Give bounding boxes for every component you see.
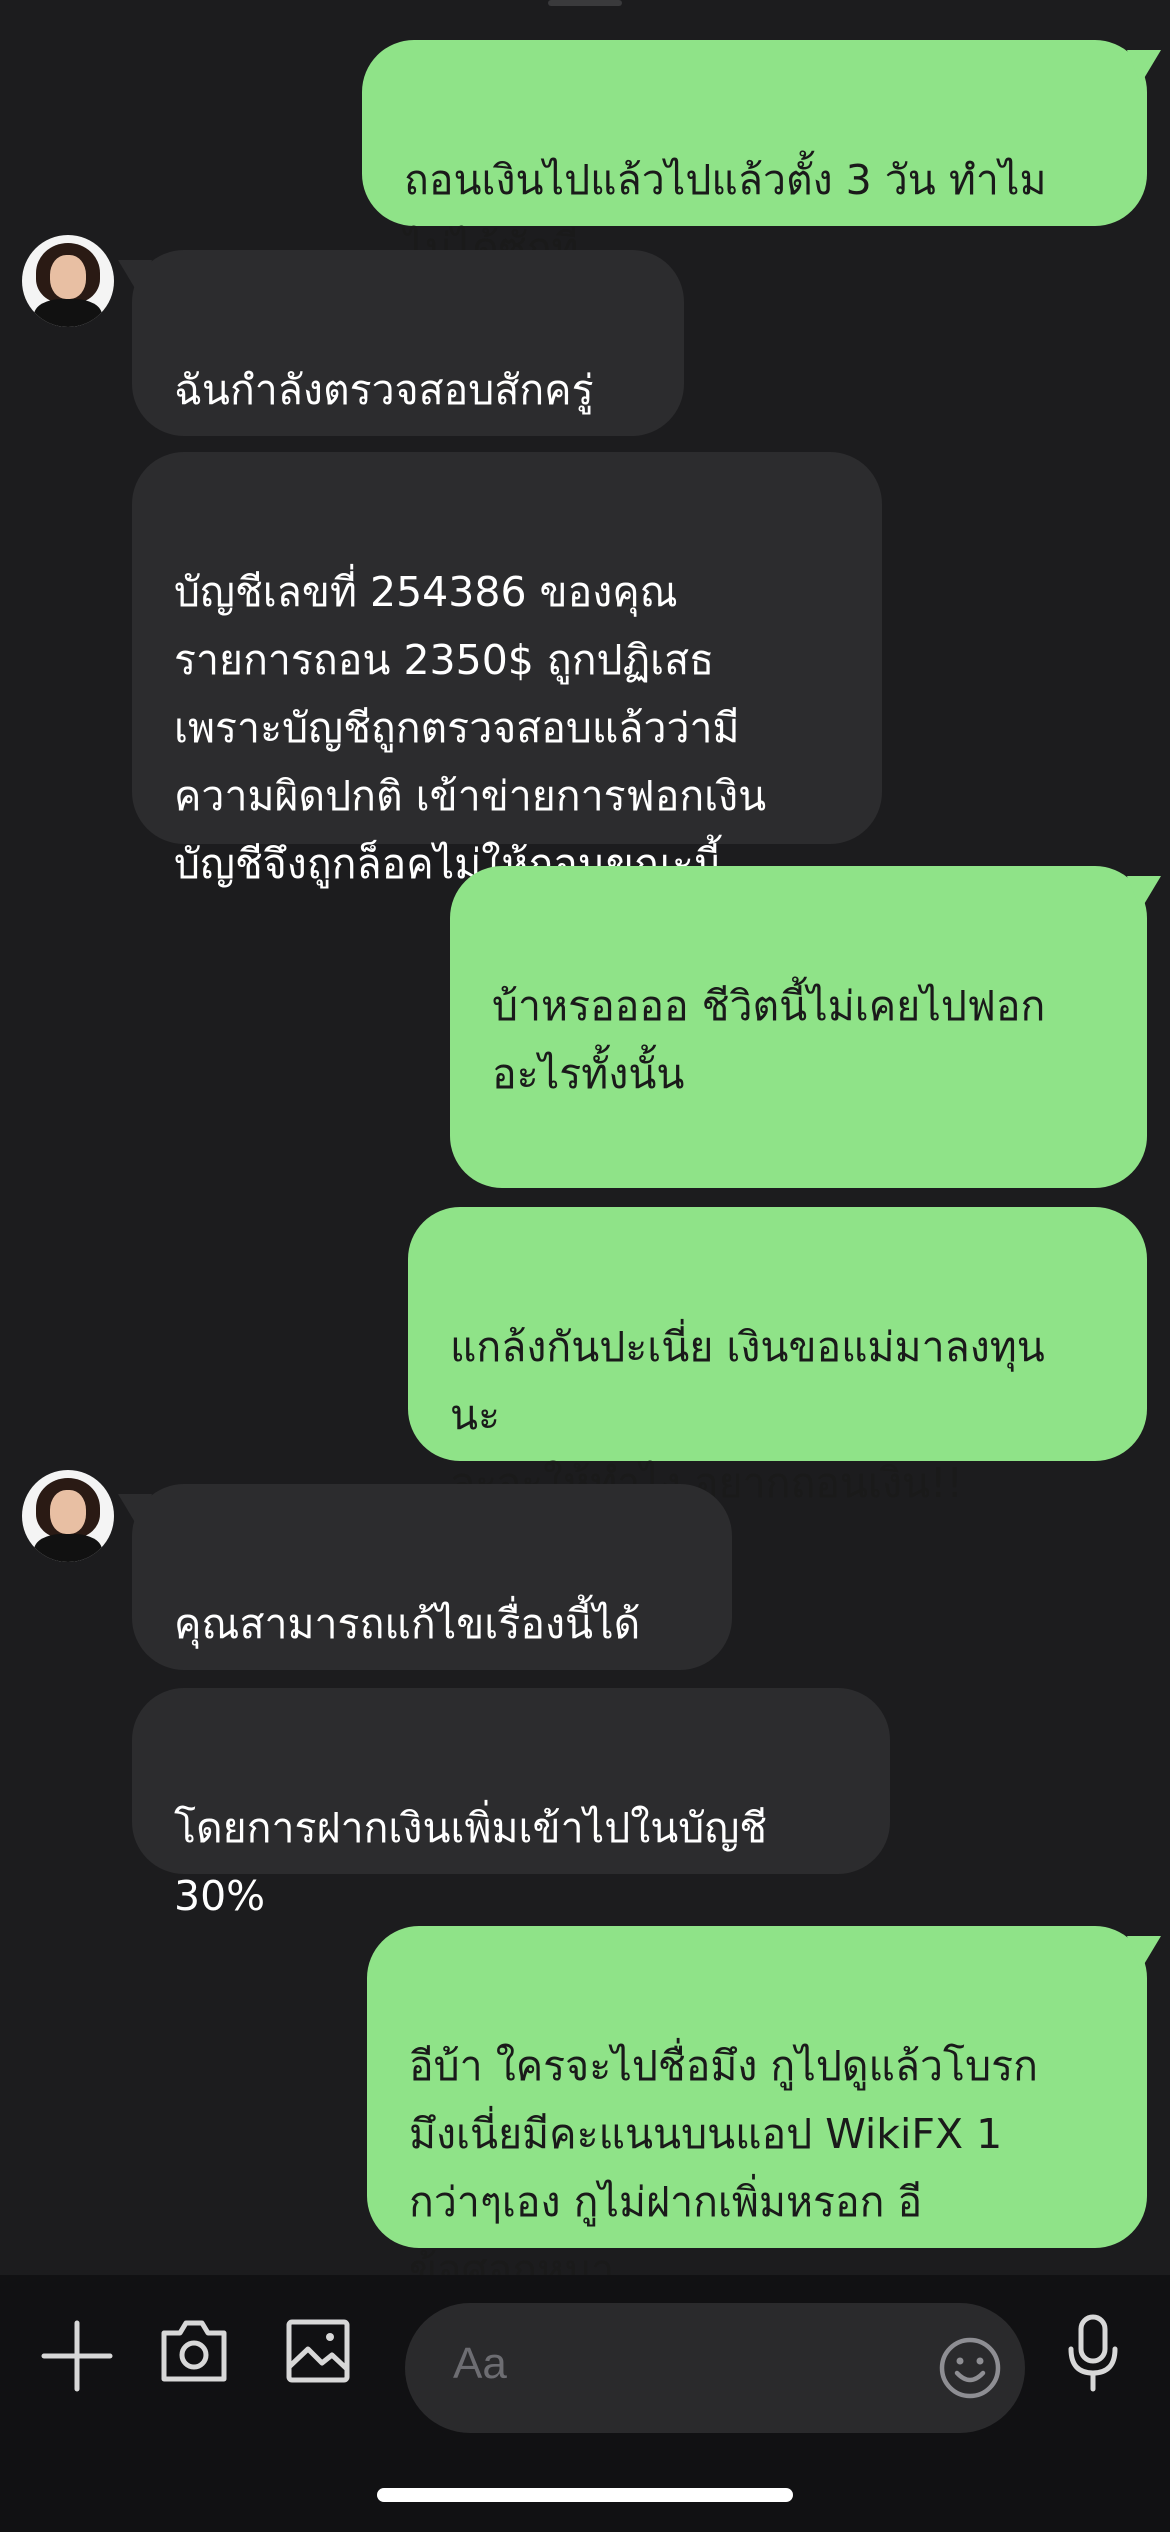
message-bubble-outgoing[interactable]: แกล้งกันปะเนี่ย เงินขอแม่มาลงทุน นะ ละจะ…: [408, 1207, 1147, 1507]
message-bubble-outgoing[interactable]: บ้าหรออออ ชีวิตนี้ไม่เคยไปฟอก อะไรทั้งนั…: [450, 866, 1147, 1188]
microphone-icon[interactable]: [1063, 2313, 1123, 2399]
message-input-placeholder: Aa: [453, 2339, 507, 2388]
message-bubble-outgoing[interactable]: อีบ้า ใครจะไปชื่อมึง กูไปดูแล้วโบรก มึงเ…: [367, 1926, 1147, 2294]
plus-icon[interactable]: [36, 2315, 118, 2401]
message-bubble-incoming[interactable]: บัญชีเลขที่ 254386 ของคุณ รายการถอน 2350…: [132, 452, 882, 888]
message-text: คุณสามารถแก้ไขเรื่องนี้ได้: [174, 1600, 641, 1648]
message-bubble-incoming[interactable]: คุณสามารถแก้ไขเรื่องนี้ได้: [132, 1484, 732, 1670]
home-indicator[interactable]: [377, 2488, 793, 2502]
contact-avatar[interactable]: [22, 1470, 114, 1562]
message-input[interactable]: Aa: [405, 2303, 1025, 2433]
message-text: ฉันกำลังตรวจสอบสักครู่: [174, 366, 594, 414]
chat-thread[interactable]: ถอนเงินไปแล้วไปแล้วตั้ง 3 วัน ทำไม ไม่ได…: [0, 0, 1170, 2294]
message-text: อีบ้า ใครจะไปชื่อมึง กูไปดูแล้วโบรก มึงเ…: [409, 2042, 1038, 2294]
camera-icon[interactable]: [158, 2315, 230, 2391]
message-bubble-incoming[interactable]: โดยการฝากเงินเพิ่มเข้าไปในบัญชี 30%: [132, 1688, 890, 1920]
message-text: บ้าหรออออ ชีวิตนี้ไม่เคยไปฟอก อะไรทั้งนั…: [492, 982, 1046, 1098]
image-icon[interactable]: [284, 2317, 352, 2389]
message-text: บัญชีเลขที่ 254386 ของคุณ รายการถอน 2350…: [174, 568, 767, 888]
message-text: โดยการฝากเงินเพิ่มเข้าไปในบัญชี 30%: [174, 1804, 768, 1920]
message-text: แกล้งกันปะเนี่ย เงินขอแม่มาลงทุน นะ ละจะ…: [450, 1323, 1045, 1507]
emoji-icon[interactable]: [937, 2335, 1003, 2405]
message-bubble-outgoing[interactable]: ถอนเงินไปแล้วไปแล้วตั้ง 3 วัน ทำไม ไม่ได…: [362, 40, 1147, 272]
message-bubble-incoming[interactable]: ฉันกำลังตรวจสอบสักครู่: [132, 250, 684, 436]
contact-avatar[interactable]: [22, 235, 114, 327]
